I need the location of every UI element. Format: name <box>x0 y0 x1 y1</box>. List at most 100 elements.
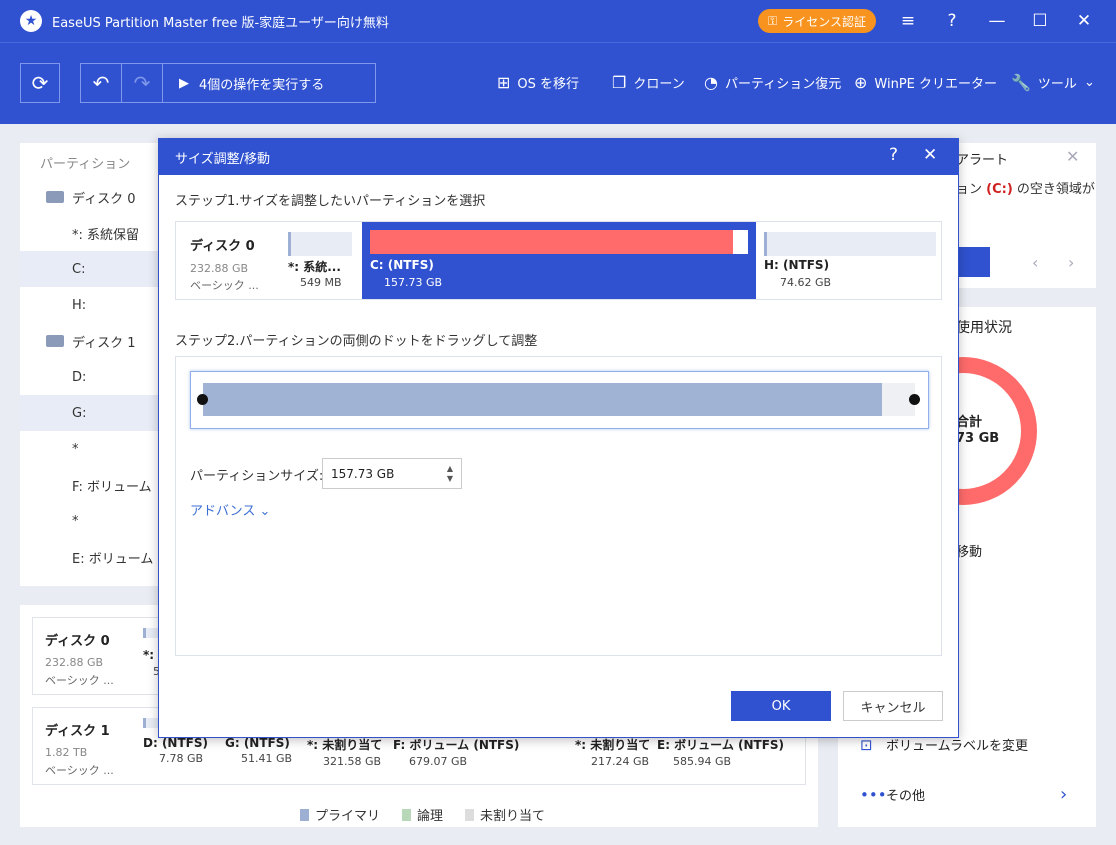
tree-partition[interactable]: *: 系統保留 <box>20 215 160 251</box>
tree-label: D: <box>72 369 87 385</box>
tree-partition[interactable]: C: <box>20 251 160 287</box>
partition-option-h[interactable]: H: (NTFS) 74.62 GB <box>760 222 940 299</box>
disk-type: ベーシック ... <box>45 764 114 777</box>
partition-label: F: ボリューム (NTFS) <box>393 738 520 752</box>
tree-label: *: 系統保留 <box>72 227 140 243</box>
tree-disk-1[interactable]: ディスク 1 <box>20 323 160 359</box>
tree-disk-0[interactable]: ディスク 0 <box>20 179 160 215</box>
winpe-creator-label: WinPE クリエーター <box>874 77 998 92</box>
partition-recovery-button[interactable]: ◔ パーティション復元 <box>704 73 841 92</box>
windows-icon: ⊞ <box>497 73 511 92</box>
dialog-title: サイズ調整/移動 <box>175 151 270 167</box>
disk-size: 1.82 TB <box>45 746 88 759</box>
partition-size-value: 157.73 GB <box>331 466 395 481</box>
dialog-header: サイズ調整/移動 ? ✕ <box>159 139 958 175</box>
chevron-right-icon[interactable]: › <box>1060 784 1067 805</box>
partition-size-input[interactable]: 157.73 GB ▲ ▼ <box>322 458 462 489</box>
app-logo-icon: ★ <box>20 10 42 32</box>
more-button[interactable]: ••• その他 <box>860 785 926 805</box>
alert-close-icon[interactable]: ✕ <box>1066 147 1079 166</box>
partition-label: G: (NTFS) <box>225 736 290 750</box>
app-title: EaseUS Partition Master free 版-家庭ユーザー向け無… <box>52 15 389 31</box>
disk-partition-selector: ディスク 0 232.88 GB ベーシック ... *: 系統... 549 … <box>175 221 942 300</box>
refresh-button[interactable]: ⟳ <box>20 63 60 103</box>
legend-swatch <box>300 809 309 821</box>
license-button[interactable]: ⚿ ライセンス認証 <box>758 9 876 33</box>
play-icon: ▶ <box>179 75 189 91</box>
partition-bar <box>288 232 352 256</box>
chevron-right-icon[interactable]: › <box>1068 253 1074 272</box>
tree-partition[interactable]: D: <box>20 359 160 395</box>
alert-text-prefix: ョン <box>956 182 987 197</box>
winpe-creator-button[interactable]: ⊕ WinPE クリエーター <box>854 73 997 92</box>
tree-partition[interactable]: F: ボリューム <box>20 467 160 503</box>
left-resize-handle[interactable] <box>197 394 208 405</box>
legend-logical: 論理 <box>402 805 443 824</box>
partition-label: H: (NTFS) <box>764 258 830 272</box>
move-action-label[interactable]: 移動 <box>956 541 982 560</box>
step2-label: ステップ2.パーティションの両側のドットをドラッグして調整 <box>175 334 538 349</box>
minimize-icon[interactable]: — <box>986 10 1008 32</box>
alert-text: ョン (C:) の空き領域が <box>956 178 1095 197</box>
close-icon[interactable]: ✕ <box>923 145 937 165</box>
resize-area: パーティションサイズ: 157.73 GB ▲ ▼ アドバンス ⌄ <box>175 356 942 656</box>
tree-partition[interactable]: G: <box>20 395 160 431</box>
label-icon: ⊡ <box>860 735 873 754</box>
partition-size: 217.24 GB <box>591 755 650 768</box>
partition-size: 679.07 GB <box>409 755 468 768</box>
disk-name: ディスク 0 <box>45 634 110 649</box>
undo-icon[interactable]: ↶ <box>81 64 121 102</box>
disk-size: 232.88 GB <box>45 656 104 669</box>
tree-label: E: ボリューム <box>72 551 154 567</box>
action-label: その他 <box>886 789 926 804</box>
help-icon[interactable]: ? <box>889 145 898 165</box>
menu-icon[interactable]: ≡ <box>897 10 919 32</box>
ok-button[interactable]: OK <box>731 691 831 721</box>
legend-primary: プライマリ <box>300 805 380 824</box>
alert-action-button[interactable] <box>956 247 990 277</box>
help-icon[interactable]: ? <box>941 10 963 32</box>
partition-bar <box>370 230 748 254</box>
cancel-button[interactable]: キャンセル <box>843 691 943 721</box>
partition-label: *: 系統... <box>288 260 341 274</box>
usage-total: 合計 73 GB <box>956 415 999 447</box>
clone-button[interactable]: ❐ クローン <box>612 73 685 92</box>
maximize-icon[interactable]: ☐ <box>1029 10 1051 32</box>
partition-size: 585.94 GB <box>673 755 732 768</box>
resize-move-dialog: サイズ調整/移動 ? ✕ ステップ1.サイズを調整したいパーティションを選択 デ… <box>158 138 959 738</box>
advanced-toggle[interactable]: アドバンス ⌄ <box>190 500 270 519</box>
migrate-os-button[interactable]: ⊞ OS を移行 <box>497 73 579 92</box>
tree-partition[interactable]: H: <box>20 287 160 323</box>
spinner-icon[interactable]: ▲ ▼ <box>447 464 453 484</box>
redo-icon[interactable]: ↷ <box>122 64 162 102</box>
partition-label: D: (NTFS) <box>143 736 208 750</box>
refresh-icon: ⟳ <box>31 71 49 95</box>
advanced-label: アドバンス <box>190 504 256 519</box>
tree-partition[interactable]: E: ボリューム <box>20 539 160 575</box>
legend-unallocated: 未割り当て <box>465 805 545 824</box>
plus-circle-icon: ⊕ <box>854 73 868 92</box>
right-resize-handle[interactable] <box>909 394 920 405</box>
partition-option-c[interactable]: C: (NTFS) 157.73 GB <box>362 222 756 299</box>
partition-size: 74.62 GB <box>780 276 832 289</box>
slider-track <box>203 383 915 416</box>
usage-total-value: 73 GB <box>956 431 1000 446</box>
partition-legend: プライマリ 論理 未割り当て <box>300 805 545 824</box>
chevron-down-icon: ⌄ <box>259 504 271 519</box>
alert-drive: (C:) <box>986 182 1013 197</box>
tree-label: H: <box>72 297 87 313</box>
title-bar: ★ EaseUS Partition Master free 版-家庭ユーザー向… <box>0 0 1116 42</box>
close-icon[interactable]: ✕ <box>1073 10 1095 32</box>
tree-partition[interactable]: * <box>20 503 160 539</box>
tree-label: G: <box>72 405 87 421</box>
chevron-left-icon[interactable]: ‹ <box>1032 253 1038 272</box>
tools-label: ツール <box>1037 77 1077 92</box>
execute-operations-button[interactable]: ▶ 4個の操作を実行する <box>163 74 324 93</box>
partition-option-system[interactable]: *: 系統... 549 MB <box>284 222 358 299</box>
legend-label: プライマリ <box>315 809 381 824</box>
partition-resize-slider[interactable] <box>190 371 929 429</box>
tree-partition[interactable]: * <box>20 431 160 467</box>
disk-name: ディスク 0 <box>190 239 255 254</box>
tools-button[interactable]: 🔧 ツール ⌄ <box>1011 73 1095 92</box>
disk-size: 232.88 GB <box>190 262 249 275</box>
